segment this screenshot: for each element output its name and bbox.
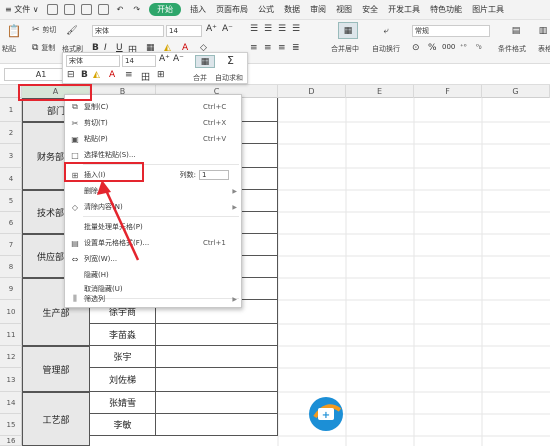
svg-text:+: +	[322, 410, 330, 421]
watermark: +	[306, 392, 546, 436]
annotation-arrow-icon	[97, 180, 140, 261]
watermark-logo-icon: +	[309, 397, 343, 431]
